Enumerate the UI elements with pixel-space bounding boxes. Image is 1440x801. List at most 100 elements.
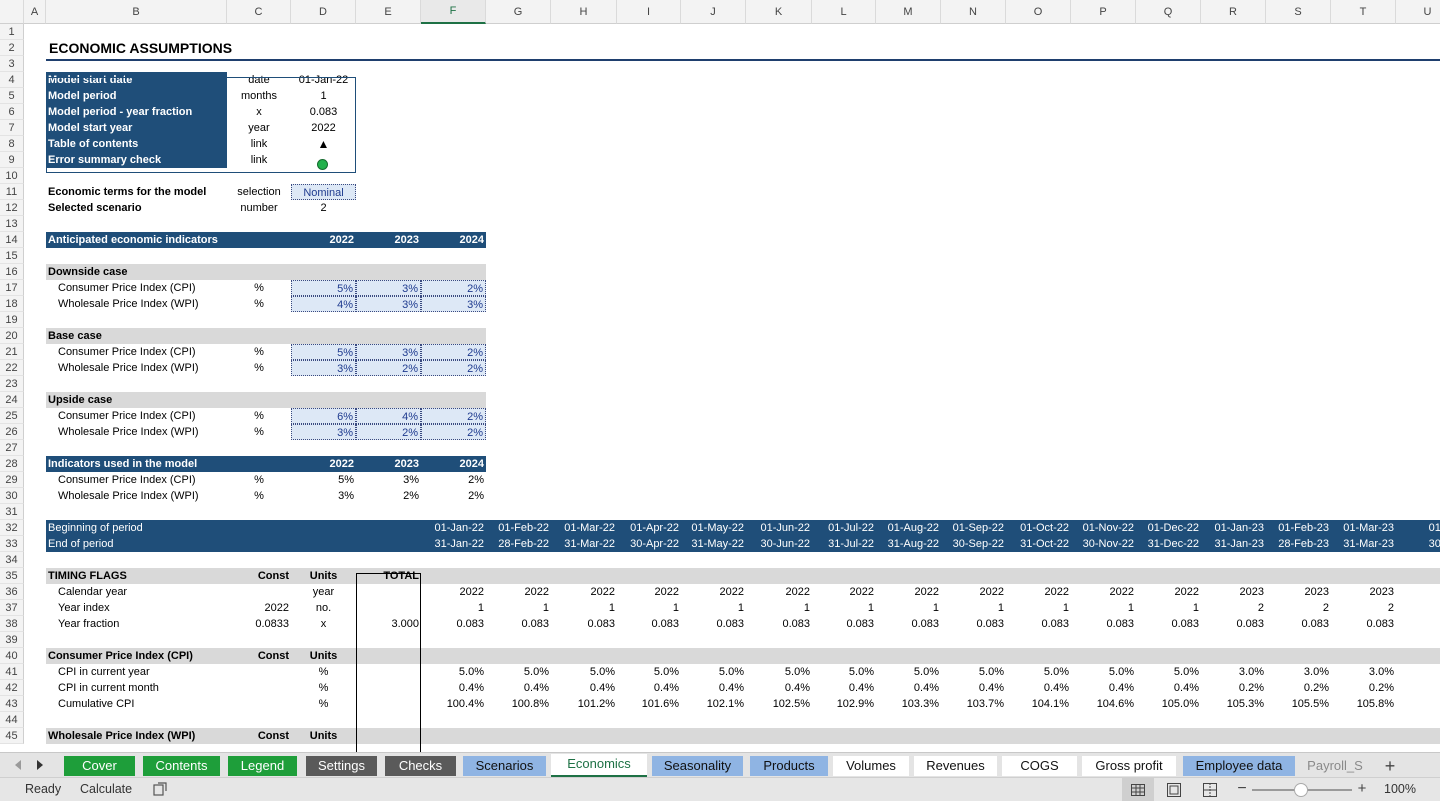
column-header-d[interactable]: D bbox=[291, 0, 356, 24]
scroll-left-icon[interactable] bbox=[10, 757, 26, 773]
row-header-20[interactable]: 20 bbox=[0, 328, 24, 344]
case-input-cell[interactable]: 2% bbox=[421, 408, 486, 424]
select-all-corner[interactable] bbox=[0, 0, 24, 24]
column-header-n[interactable]: N bbox=[941, 0, 1006, 24]
case-input-cell[interactable]: 5% bbox=[291, 280, 356, 296]
normal-view-icon[interactable] bbox=[1122, 778, 1154, 801]
zoom-in-icon[interactable]: + bbox=[1356, 781, 1368, 796]
zoom-slider-handle[interactable] bbox=[1294, 783, 1308, 797]
row-header-1[interactable]: 1 bbox=[0, 24, 24, 40]
case-input-cell[interactable]: 4% bbox=[291, 296, 356, 312]
case-input-cell[interactable]: 6% bbox=[291, 408, 356, 424]
add-sheet-icon[interactable]: + bbox=[1380, 756, 1400, 776]
case-input-cell[interactable]: 4% bbox=[356, 408, 421, 424]
row-header-11[interactable]: 11 bbox=[0, 184, 24, 200]
row-header-8[interactable]: 8 bbox=[0, 136, 24, 152]
column-header-g[interactable]: G bbox=[486, 0, 551, 24]
case-input-cell[interactable]: 3% bbox=[356, 280, 421, 296]
column-header-f[interactable]: F bbox=[421, 0, 486, 24]
case-input-cell[interactable]: 5% bbox=[291, 344, 356, 360]
tab-contents[interactable]: Contents bbox=[143, 756, 220, 776]
row-header-43[interactable]: 43 bbox=[0, 696, 24, 712]
tab-cover[interactable]: Cover bbox=[64, 756, 135, 776]
column-header-t[interactable]: T bbox=[1331, 0, 1396, 24]
row-header-2[interactable]: 2 bbox=[0, 40, 24, 56]
column-header-s[interactable]: S bbox=[1266, 0, 1331, 24]
column-header-k[interactable]: K bbox=[746, 0, 812, 24]
tab-economics[interactable]: Economics bbox=[551, 754, 647, 777]
row-header-24[interactable]: 24 bbox=[0, 392, 24, 408]
case-input-cell[interactable]: 3% bbox=[291, 360, 356, 376]
row-header-13[interactable]: 13 bbox=[0, 216, 24, 232]
spreadsheet-grid[interactable]: ABCDEFGHIJKLMNOPQRSTU 1 2 3 4 5 6 7 8 9 10 11 12 13 1… bbox=[0, 0, 1440, 752]
row-header-7[interactable]: 7 bbox=[0, 120, 24, 136]
row-header-38[interactable]: 38 bbox=[0, 616, 24, 632]
row-header-3[interactable]: 3 bbox=[0, 56, 24, 72]
row-header-35[interactable]: 35 bbox=[0, 568, 24, 584]
row-header-6[interactable]: 6 bbox=[0, 104, 24, 120]
column-header-u[interactable]: U bbox=[1396, 0, 1440, 24]
row-header-4[interactable]: 4 bbox=[0, 72, 24, 88]
tab-employee-data[interactable]: Employee data bbox=[1183, 756, 1295, 776]
column-header-a[interactable]: A bbox=[24, 0, 46, 24]
row-header-37[interactable]: 37 bbox=[0, 600, 24, 616]
row-header-17[interactable]: 17 bbox=[0, 280, 24, 296]
error-check-ok-icon[interactable] bbox=[317, 159, 328, 170]
row-header-28[interactable]: 28 bbox=[0, 456, 24, 472]
column-header-c[interactable]: C bbox=[227, 0, 291, 24]
column-header-j[interactable]: J bbox=[681, 0, 746, 24]
column-header-o[interactable]: O bbox=[1006, 0, 1071, 24]
row-header-16[interactable]: 16 bbox=[0, 264, 24, 280]
case-input-cell[interactable]: 2% bbox=[421, 344, 486, 360]
row-header-45[interactable]: 45 bbox=[0, 728, 24, 744]
zoom-out-icon[interactable]: − bbox=[1236, 781, 1248, 797]
row-header-12[interactable]: 12 bbox=[0, 200, 24, 216]
row-header-5[interactable]: 5 bbox=[0, 88, 24, 104]
page-break-view-icon[interactable] bbox=[1202, 783, 1218, 797]
tab-gross-profit[interactable]: Gross profit bbox=[1082, 756, 1176, 776]
column-header-r[interactable]: R bbox=[1201, 0, 1266, 24]
column-header-e[interactable]: E bbox=[356, 0, 421, 24]
tab-products[interactable]: Products bbox=[750, 756, 828, 776]
column-header-b[interactable]: B bbox=[46, 0, 227, 24]
column-header-i[interactable]: I bbox=[617, 0, 681, 24]
row-header-44[interactable]: 44 bbox=[0, 712, 24, 728]
column-header-m[interactable]: M bbox=[876, 0, 941, 24]
row-header-9[interactable]: 9 bbox=[0, 152, 24, 168]
row-header-22[interactable]: 22 bbox=[0, 360, 24, 376]
row-header-23[interactable]: 23 bbox=[0, 376, 24, 392]
tab-payroll-s[interactable]: Payroll_S bbox=[1300, 756, 1370, 776]
row-header-29[interactable]: 29 bbox=[0, 472, 24, 488]
case-input-cell[interactable]: 3% bbox=[356, 344, 421, 360]
page-layout-view-icon[interactable] bbox=[1166, 783, 1182, 797]
row-header-15[interactable]: 15 bbox=[0, 248, 24, 264]
case-input-cell[interactable]: 2% bbox=[356, 424, 421, 440]
case-input-cell[interactable]: 3% bbox=[421, 296, 486, 312]
row-header-34[interactable]: 34 bbox=[0, 552, 24, 568]
row-header-32[interactable]: 32 bbox=[0, 520, 24, 536]
case-input-cell[interactable]: 2% bbox=[356, 360, 421, 376]
case-input-cell[interactable]: 2% bbox=[421, 280, 486, 296]
row-header-39[interactable]: 39 bbox=[0, 632, 24, 648]
tab-settings[interactable]: Settings bbox=[306, 756, 377, 776]
row-header-27[interactable]: 27 bbox=[0, 440, 24, 456]
case-input-cell[interactable]: 3% bbox=[291, 424, 356, 440]
case-input-cell[interactable]: 3% bbox=[356, 296, 421, 312]
tab-revenues[interactable]: Revenues bbox=[914, 756, 997, 776]
row-header-14[interactable]: 14 bbox=[0, 232, 24, 248]
macro-record-icon[interactable] bbox=[153, 782, 167, 796]
economic-terms-select[interactable]: Nominal bbox=[291, 184, 356, 200]
row-header-18[interactable]: 18 bbox=[0, 296, 24, 312]
row-header-42[interactable]: 42 bbox=[0, 680, 24, 696]
row-header-41[interactable]: 41 bbox=[0, 664, 24, 680]
row-header-25[interactable]: 25 bbox=[0, 408, 24, 424]
case-input-cell[interactable]: 2% bbox=[421, 360, 486, 376]
tab-scenarios[interactable]: Scenarios bbox=[463, 756, 546, 776]
tab-cogs[interactable]: COGS bbox=[1002, 756, 1077, 776]
tab-seasonality[interactable]: Seasonality bbox=[652, 756, 743, 776]
row-header-30[interactable]: 30 bbox=[0, 488, 24, 504]
row-header-33[interactable]: 33 bbox=[0, 536, 24, 552]
row-header-31[interactable]: 31 bbox=[0, 504, 24, 520]
row-header-21[interactable]: 21 bbox=[0, 344, 24, 360]
row-header-10[interactable]: 10 bbox=[0, 168, 24, 184]
